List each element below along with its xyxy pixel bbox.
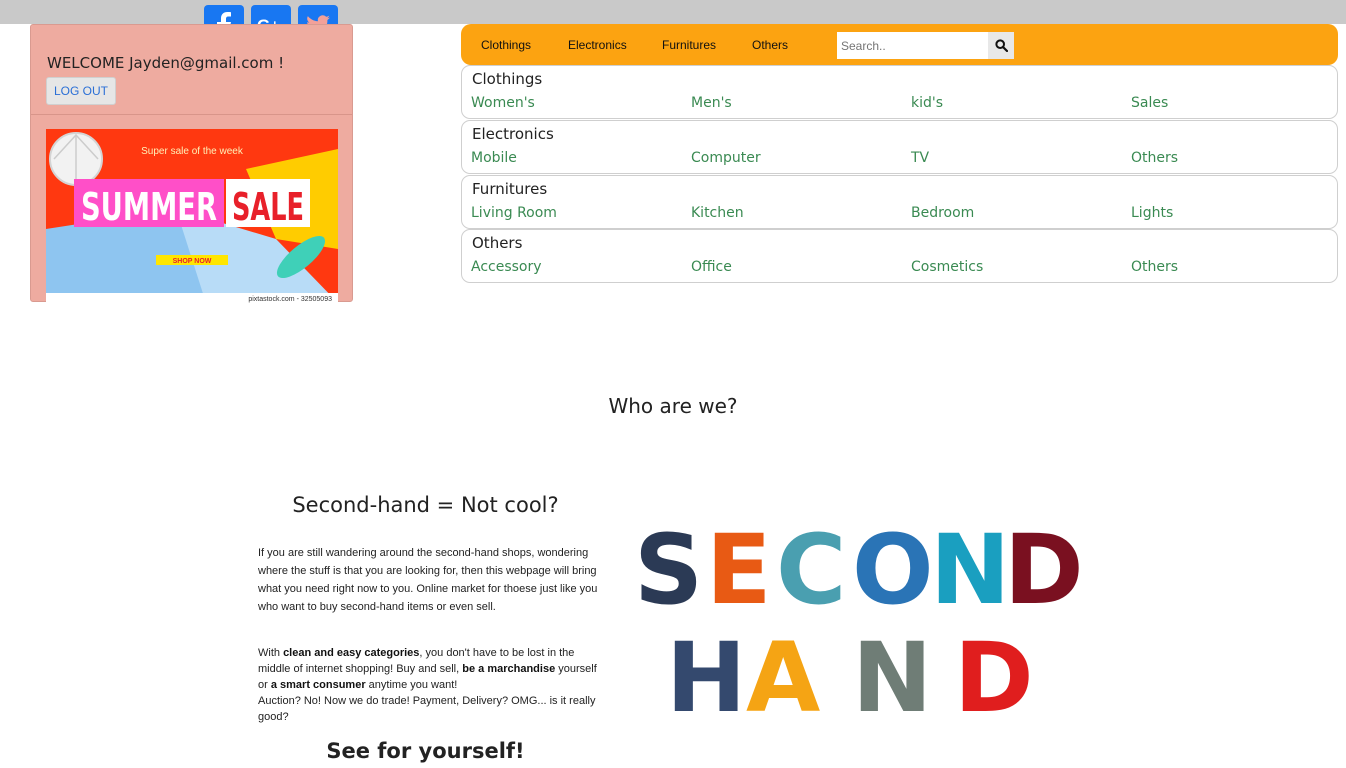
banner-word-sale: SALE: [232, 185, 304, 229]
second-hand-heading: Second-hand = Not cool?: [292, 493, 559, 517]
nav-clothings[interactable]: Clothings: [481, 38, 531, 52]
text-span: With: [258, 647, 284, 659]
category-electronics: Electronics Mobile Computer TV Others: [461, 120, 1338, 174]
category-link[interactable]: kid's: [911, 95, 943, 111]
text-span: anytime you want!: [365, 679, 458, 691]
art-letter-c: C: [776, 514, 846, 626]
banner-word-summer: SUMMER: [81, 185, 217, 229]
bold-smart-consumer: a smart consumer: [270, 679, 366, 691]
art-letter-n: N: [930, 514, 1010, 626]
category-others: Others Accessory Office Cosmetics Others: [461, 229, 1338, 283]
category-link[interactable]: Lights: [1131, 205, 1173, 221]
art-letter-h: H: [666, 622, 746, 725]
category-clothings: Clothings Women's Men's kid's Sales: [461, 65, 1338, 119]
art-letter-s: S: [634, 514, 703, 626]
features-paragraph: With clean and easy categories, you don'…: [258, 645, 598, 725]
category-link[interactable]: Cosmetics: [911, 259, 983, 275]
category-title: Furnitures: [472, 180, 548, 198]
category-link[interactable]: Bedroom: [911, 205, 974, 221]
category-furnitures: Furnitures Living Room Kitchen Bedroom L…: [461, 175, 1338, 229]
banner-credit: pixtastock.com - 32505093: [248, 296, 332, 303]
welcome-message: WELCOME Jayden@gmail.com !: [47, 54, 285, 72]
search-icon: [994, 39, 1008, 52]
browser-top-bar: [0, 0, 1346, 24]
nav-electronics[interactable]: Electronics: [568, 38, 627, 52]
bold-marchandise: be a marchandise: [462, 663, 556, 675]
welcome-panel: WELCOME Jayden@gmail.com ! LOG OUT Super…: [30, 24, 353, 303]
logout-button[interactable]: LOG OUT: [46, 77, 116, 105]
panel-divider: [31, 114, 352, 115]
category-link[interactable]: Others: [1131, 150, 1178, 166]
category-link[interactable]: TV: [911, 150, 929, 166]
category-title: Others: [472, 234, 523, 252]
category-link[interactable]: Computer: [691, 150, 761, 166]
bold-clean-categories: clean and easy categories: [283, 647, 420, 659]
auction-text: Auction? No! Now we do trade! Payment, D…: [258, 695, 596, 723]
nav-furnitures[interactable]: Furnitures: [662, 38, 716, 52]
art-letter-a: A: [746, 622, 820, 725]
category-link[interactable]: Sales: [1131, 95, 1168, 111]
summer-sale-banner[interactable]: Super sale of the week SUMMER SALE SHOP …: [46, 129, 338, 303]
second-hand-artwork: S E C O N D H A N D: [630, 505, 1084, 734]
category-link[interactable]: Others: [1131, 259, 1178, 275]
art-letter-d: D: [1004, 514, 1080, 626]
category-link[interactable]: Living Room: [471, 205, 557, 221]
nav-others[interactable]: Others: [752, 38, 788, 52]
main-navbar: Clothings Electronics Furnitures Others: [461, 24, 1338, 65]
category-link[interactable]: Accessory: [471, 259, 542, 275]
category-link[interactable]: Kitchen: [691, 205, 744, 221]
art-letter-n2: N: [852, 622, 932, 725]
category-link[interactable]: Office: [691, 259, 732, 275]
banner-shop-now: SHOP NOW: [173, 258, 212, 265]
category-link[interactable]: Women's: [471, 95, 535, 111]
search-button[interactable]: [988, 32, 1014, 59]
banner-tagline: Super sale of the week: [141, 146, 244, 157]
who-are-we-heading: Who are we?: [608, 394, 738, 418]
art-letter-d2: D: [954, 622, 1034, 725]
art-letter-e: E: [706, 514, 772, 626]
category-link[interactable]: Mobile: [471, 150, 517, 166]
category-title: Electronics: [472, 125, 554, 143]
search-input[interactable]: [837, 32, 988, 59]
intro-paragraph: If you are still wandering around the se…: [258, 547, 598, 613]
see-for-yourself-heading: See for yourself!: [326, 739, 525, 763]
art-letter-o: O: [852, 514, 934, 626]
category-link[interactable]: Men's: [691, 95, 732, 111]
category-title: Clothings: [472, 70, 543, 88]
